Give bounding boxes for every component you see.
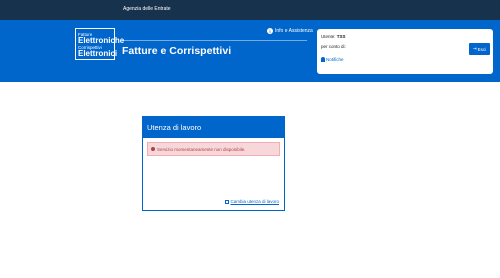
- on-behalf-label: per conto di:: [321, 44, 346, 49]
- edit-icon: [225, 199, 230, 204]
- alert-text: Servizio momentaneamente non disponibile…: [157, 146, 246, 152]
- logout-icon: ⇥: [472, 46, 477, 51]
- page-title: Fatture e Corrispettivi: [122, 45, 232, 57]
- logo-line-2: Corrispettivi Elettronici: [78, 45, 118, 58]
- notifications-link[interactable]: Notifiche: [321, 57, 344, 62]
- warning-icon: [151, 147, 155, 151]
- info-assistance-label: Info e Assistenza: [275, 28, 313, 34]
- exit-button[interactable]: ⇥ Esci: [469, 43, 490, 55]
- info-icon: i: [267, 28, 273, 34]
- agency-name[interactable]: Agenzia delle Entrate: [123, 6, 171, 12]
- top-bar: Agenzia delle Entrate: [0, 0, 500, 20]
- user-line: Utente: TSS: [321, 34, 346, 39]
- error-alert: Servizio momentaneamente non disponibile…: [147, 142, 280, 156]
- bell-icon: [321, 57, 325, 62]
- header-divider: [122, 40, 307, 41]
- change-work-user-link[interactable]: Cambia utenza di lavoro: [225, 199, 279, 204]
- work-user-card: Utenza di lavoro Servizio momentaneament…: [142, 116, 285, 211]
- user-panel: Utente: TSS per conto di: Notifiche ⇥ Es…: [317, 29, 493, 74]
- app-logo[interactable]: Fatture Elettroniche Corrispettivi Elett…: [75, 28, 124, 60]
- info-assistance-link[interactable]: i Info e Assistenza: [267, 28, 313, 34]
- user-name: TSS: [336, 34, 346, 39]
- app-header: Fatture Elettroniche Corrispettivi Elett…: [0, 20, 500, 82]
- logo-line-1: Fatture Elettroniche: [78, 32, 125, 45]
- card-title: Utenza di lavoro: [143, 117, 284, 138]
